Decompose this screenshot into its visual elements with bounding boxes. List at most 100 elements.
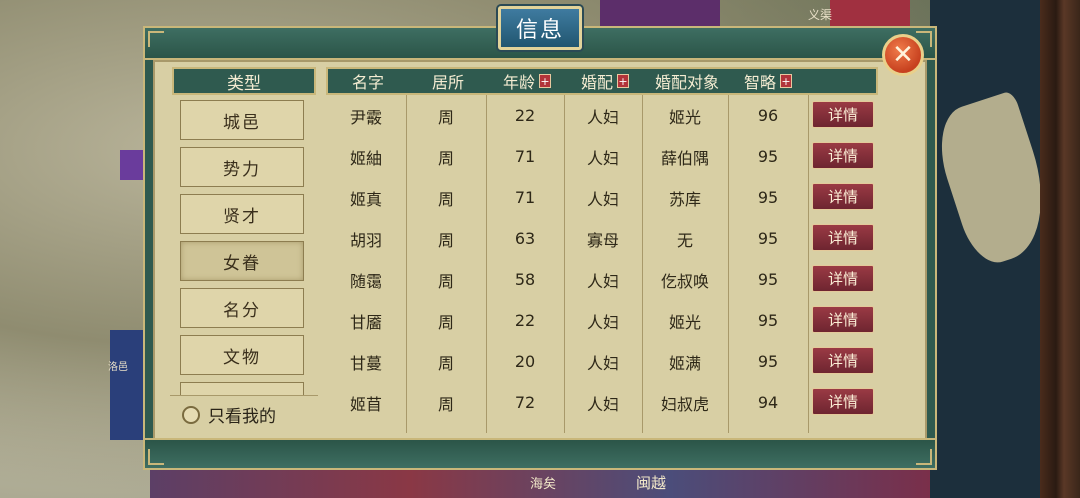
header-label: 年龄 — [502, 73, 535, 92]
cell-marriage: 寡母 — [586, 230, 619, 250]
cell-name: 甘蔓 — [349, 353, 382, 373]
cell-age: 58 — [514, 270, 536, 289]
cell-age: 20 — [514, 352, 536, 371]
category-item-artifact[interactable]: 文物 — [180, 335, 304, 375]
detail-button[interactable]: 详情 — [812, 388, 874, 415]
sort-plus-icon[interactable]: + — [617, 74, 629, 88]
map-label: 海矣 — [530, 477, 557, 492]
corner-ornament — [148, 31, 164, 47]
detail-button[interactable]: 详情 — [812, 265, 874, 292]
category-item-women[interactable]: 女眷 — [180, 241, 304, 281]
cell-marriage: 人妇 — [586, 107, 619, 127]
cell-spouse: 姬光 — [668, 312, 701, 332]
cell-age: 72 — [514, 393, 536, 412]
cell-name: 姬真 — [349, 189, 382, 209]
cell-strategy: 95 — [757, 147, 779, 166]
cell-residence: 周 — [437, 230, 454, 250]
column-header-spouse: 婚配对象 — [644, 69, 730, 93]
category-item-partial[interactable] — [180, 382, 304, 395]
detail-button[interactable]: 详情 — [812, 101, 874, 128]
table-row: 姬苜 周 72 人妇 妇叔虎 94 详情 — [326, 382, 878, 423]
detail-button[interactable]: 详情 — [812, 183, 874, 210]
cell-marriage: 人妇 — [586, 271, 619, 291]
cell-strategy: 95 — [757, 352, 779, 371]
header-label: 居所 — [431, 73, 464, 92]
cell-marriage: 人妇 — [586, 148, 619, 168]
only-mine-toggle[interactable]: 只看我的 — [170, 395, 318, 433]
map-region — [600, 0, 720, 26]
header-label: 智略 — [743, 73, 776, 92]
detail-button[interactable]: 详情 — [812, 224, 874, 251]
table-header: 名字 居所 年龄 + 婚配 + 婚配对象 智略 + — [326, 67, 878, 95]
column-header-strategy[interactable]: 智略 + — [730, 69, 806, 93]
sort-plus-icon[interactable]: + — [539, 74, 551, 88]
cell-marriage: 人妇 — [586, 312, 619, 332]
category-item-faction[interactable]: 势力 — [180, 147, 304, 187]
close-button[interactable]: ✕ — [882, 34, 924, 76]
cell-marriage: 人妇 — [586, 353, 619, 373]
table-row: 姬真 周 71 人妇 苏库 95 详情 — [326, 177, 878, 218]
panel-bottom-bar — [145, 438, 935, 468]
cell-residence: 周 — [437, 271, 454, 291]
radio-button[interactable] — [182, 405, 200, 424]
table-row: 姬紬 周 71 人妇 薛伯隅 95 详情 — [326, 136, 878, 177]
column-header-name: 名字 — [328, 69, 408, 93]
cell-spouse: 姬满 — [668, 353, 701, 373]
table-row: 甘靥 周 22 人妇 姬光 95 详情 — [326, 300, 878, 341]
category-item-city[interactable]: 城邑 — [180, 100, 304, 140]
cell-spouse: 薛伯隅 — [660, 148, 709, 168]
header-label: 婚配对象 — [654, 73, 719, 92]
table-row: 胡羽 周 63 寡母 无 95 详情 — [326, 218, 878, 259]
cell-name: 随霭 — [349, 271, 382, 291]
detail-button[interactable]: 详情 — [812, 347, 874, 374]
cell-spouse: 姬光 — [668, 107, 701, 127]
cell-residence: 周 — [437, 148, 454, 168]
table-body: 尹霰 周 22 人妇 姬光 96 详情 姬紬 周 71 人妇 薛伯隅 95 详情… — [326, 95, 878, 433]
cell-age: 71 — [514, 147, 536, 166]
cell-name: 尹霰 — [349, 107, 382, 127]
category-item-title[interactable]: 名分 — [180, 288, 304, 328]
cell-strategy: 95 — [757, 311, 779, 330]
cell-strategy: 95 — [757, 188, 779, 207]
table-row: 随霭 周 58 人妇 仡叔唤 95 详情 — [326, 259, 878, 300]
table-row: 尹霰 周 22 人妇 姬光 96 详情 — [326, 95, 878, 136]
category-list[interactable]: 城邑 势力 贤才 女眷 名分 文物 — [170, 95, 320, 395]
sort-plus-icon[interactable]: + — [780, 74, 792, 88]
cell-strategy: 95 — [757, 229, 779, 248]
cell-residence: 周 — [437, 107, 454, 127]
column-header-age[interactable]: 年龄 + — [488, 69, 566, 93]
header-label: 婚配 — [580, 73, 613, 92]
cell-marriage: 人妇 — [586, 189, 619, 209]
cell-name: 甘靥 — [349, 312, 382, 332]
cell-strategy: 96 — [757, 106, 779, 125]
table-row: 甘蔓 周 20 人妇 姬满 95 详情 — [326, 341, 878, 382]
category-header: 类型 — [172, 67, 316, 95]
right-frame — [1040, 0, 1080, 498]
cell-spouse: 妇叔虎 — [660, 394, 709, 414]
cell-name: 姬紬 — [349, 148, 382, 168]
detail-button[interactable]: 详情 — [812, 142, 874, 169]
cell-strategy: 94 — [757, 393, 779, 412]
cell-marriage: 人妇 — [586, 394, 619, 414]
map-label: 闽越 — [636, 474, 667, 492]
cell-age: 22 — [514, 106, 536, 125]
cell-residence: 周 — [437, 312, 454, 332]
cell-residence: 周 — [437, 394, 454, 414]
cell-strategy: 95 — [757, 270, 779, 289]
detail-button[interactable]: 详情 — [812, 306, 874, 333]
column-header-residence: 居所 — [408, 69, 488, 93]
map-label: 义渠 — [808, 8, 833, 22]
cell-name: 胡羽 — [349, 230, 382, 250]
cell-name: 姬苜 — [349, 394, 382, 414]
corner-ornament — [148, 449, 164, 465]
column-header-marriage[interactable]: 婚配 + — [566, 69, 644, 93]
cell-age: 71 — [514, 188, 536, 207]
cell-residence: 周 — [437, 353, 454, 373]
corner-ornament — [916, 449, 932, 465]
cell-spouse: 仡叔唤 — [660, 271, 709, 291]
cell-residence: 周 — [437, 189, 454, 209]
close-icon: ✕ — [892, 40, 914, 70]
category-item-talent[interactable]: 贤才 — [180, 194, 304, 234]
cell-age: 22 — [514, 311, 536, 330]
cell-spouse: 苏库 — [668, 189, 701, 209]
